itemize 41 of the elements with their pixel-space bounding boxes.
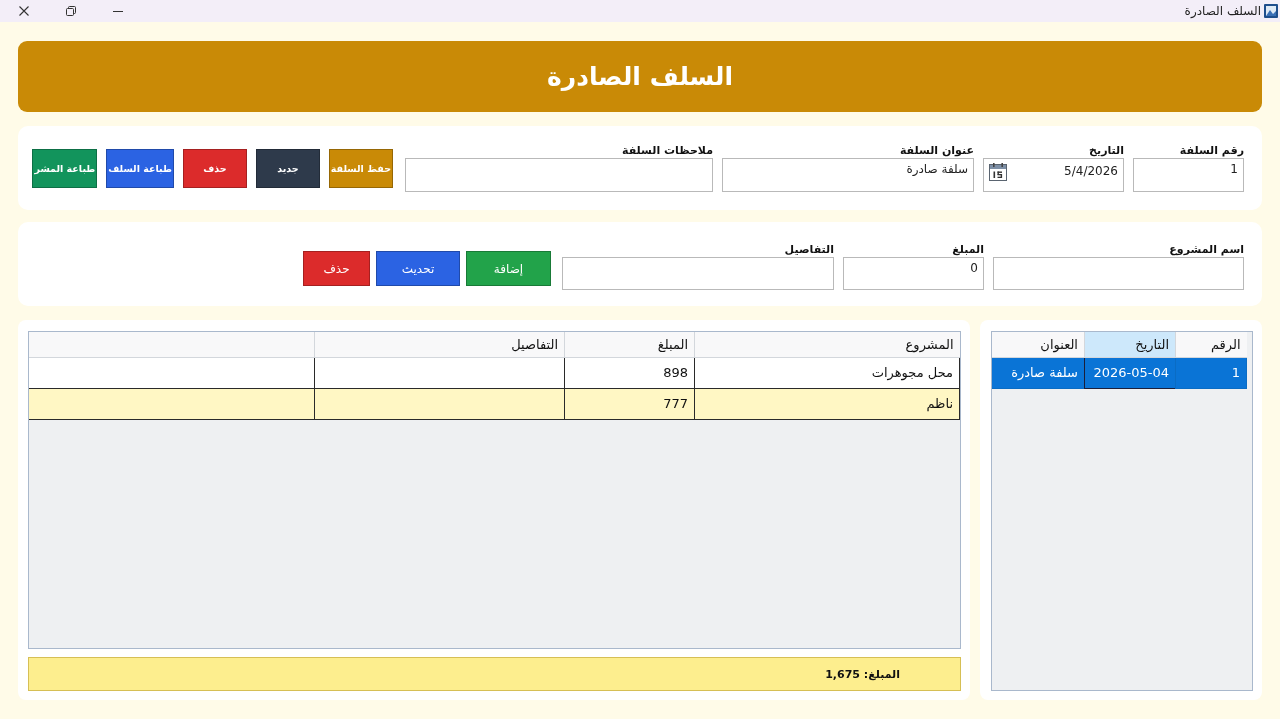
field-label: رقم السلفة [1178,144,1244,158]
text-field[interactable]: 0 [843,257,984,290]
close-icon [18,6,29,16]
text-field[interactable] [562,257,834,290]
app-icon [1264,4,1278,18]
action-button[interactable]: تحديث [376,251,460,286]
table-cell: 898 [564,357,695,388]
column-header[interactable]: التفاصيل [314,332,565,357]
minimize-icon [112,10,123,12]
action-button[interactable]: طباعة السلف [106,149,174,188]
field-label: التاريخ [1088,144,1124,158]
table-cell: محل مجوهرات [694,357,960,388]
action-button[interactable]: طباعة المشر [32,149,98,188]
column-header[interactable]: المشروع [694,332,960,357]
page-title: السلف الصادرة [547,61,734,92]
table-cell[interactable]: سلفة صادرة [992,357,1085,388]
total-amount: المبلغ: 1,675 [825,667,900,681]
action-button[interactable]: حذف [303,251,370,286]
window-title: السلف الصادرة [1184,4,1261,18]
column-header[interactable]: العنوان [992,332,1085,357]
column-header[interactable]: الرقم [1175,332,1247,357]
text-field[interactable]: سلفة صادرة [722,158,974,192]
field-label: التفاصيل [783,243,834,257]
table-cell: ناظم [694,388,960,419]
calendar-icon[interactable] [989,163,1007,181]
text-field[interactable] [993,257,1244,290]
field-label: عنوان السلفة [898,144,974,158]
field-label: المبلغ [951,243,984,257]
table-cell: 777 [564,388,695,419]
restore-icon [65,6,76,16]
date-field[interactable]: 5/4/2026 [983,158,1124,192]
action-button[interactable]: جديد [255,149,320,188]
text-field[interactable] [405,158,713,192]
table-cell[interactable]: 1 [1175,357,1247,388]
action-button[interactable]: حذف [182,149,247,188]
field-label: اسم المشروع [1168,243,1244,257]
column-header[interactable]: المبلغ [564,332,695,357]
field-label: ملاحظات السلفة [621,144,713,158]
column-header[interactable]: التاريخ [1084,332,1176,357]
text-field[interactable]: 1 [1133,158,1244,192]
table-cell[interactable]: 2026-05-04 [1084,357,1176,388]
